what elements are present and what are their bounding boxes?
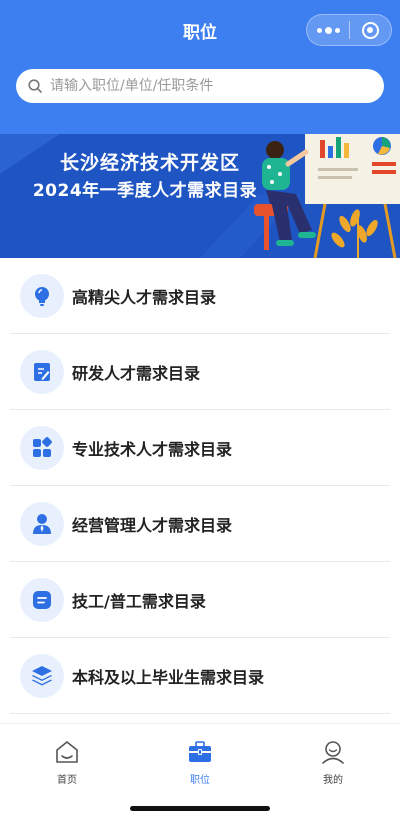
promo-banner[interactable]: 长沙经济技术开发区 2024年一季度人才需求目录	[0, 134, 400, 258]
grid-apps-icon	[20, 426, 64, 470]
menu-item-management[interactable]: 经营管理人才需求目录	[0, 486, 400, 562]
home-indicator	[130, 806, 270, 811]
menu-item-rd-talent[interactable]: 研发人才需求目录	[0, 334, 400, 410]
tab-label: 我的	[323, 775, 343, 786]
menu-item-label: 研发人才需求目录	[72, 364, 201, 383]
mini-program-capsule	[306, 14, 392, 46]
menu-item-label: 高精尖人才需求目录	[72, 288, 217, 307]
menu-item-label: 技工/普工需求目录	[72, 592, 206, 611]
menu-item-high-end-talent[interactable]: 高精尖人才需求目录	[0, 258, 400, 334]
catalog-menu: 高精尖人才需求目录 研发人才需求目录 专业技术人才需求目录 经营管理人才需求目录…	[0, 258, 400, 714]
menu-item-label: 专业技术人才需求目录	[72, 440, 233, 459]
lightbulb-icon	[20, 274, 64, 318]
banner-title: 长沙经济技术开发区	[59, 152, 240, 174]
list-card-icon	[20, 578, 64, 622]
menu-item-label: 经营管理人才需求目录	[72, 516, 233, 535]
document-edit-icon	[20, 350, 64, 394]
menu-item-skilled-workers[interactable]: 技工/普工需求目录	[0, 562, 400, 638]
tab-label: 职位	[190, 775, 210, 786]
user-icon	[322, 741, 344, 764]
home-icon	[56, 741, 78, 763]
person-tie-icon	[20, 502, 64, 546]
tab-home[interactable]: 首页	[27, 739, 107, 786]
banner-subtitle: 2024年一季度人才需求目录	[32, 181, 258, 201]
menu-item-graduates[interactable]: 本科及以上毕业生需求目录	[0, 638, 400, 714]
tab-label: 首页	[57, 775, 77, 786]
tab-positions[interactable]: 职位	[160, 739, 240, 786]
briefcase-icon	[189, 741, 211, 762]
header-bar: 职位	[0, 0, 400, 134]
layers-icon	[20, 654, 64, 698]
menu-item-professional-tech[interactable]: 专业技术人才需求目录	[0, 410, 400, 486]
target-circle-icon[interactable]	[350, 15, 391, 45]
search-input[interactable]	[50, 78, 350, 94]
tab-profile[interactable]: 我的	[293, 739, 373, 786]
search-icon	[28, 79, 42, 93]
search-bar[interactable]	[16, 69, 384, 103]
menu-item-label: 本科及以上毕业生需求目录	[72, 668, 265, 687]
more-dots-icon[interactable]	[307, 15, 349, 45]
